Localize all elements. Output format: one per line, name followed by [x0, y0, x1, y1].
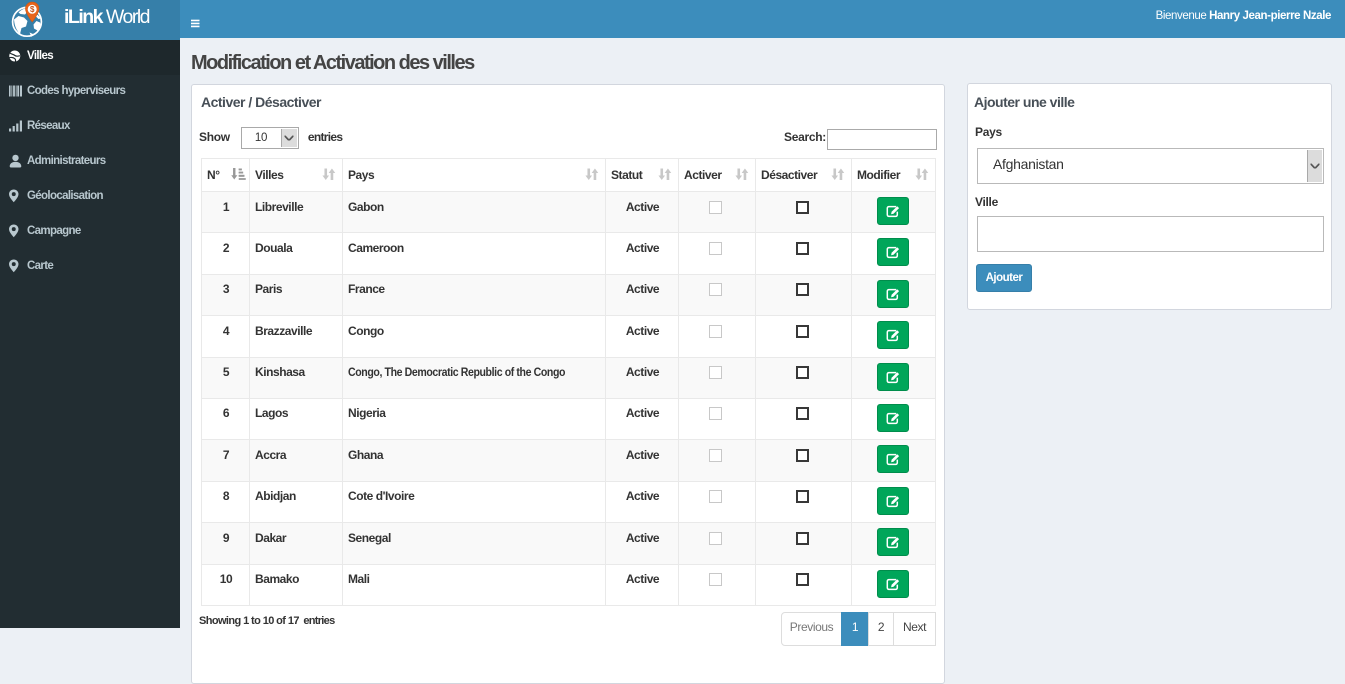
svg-text:$: $	[30, 5, 35, 14]
